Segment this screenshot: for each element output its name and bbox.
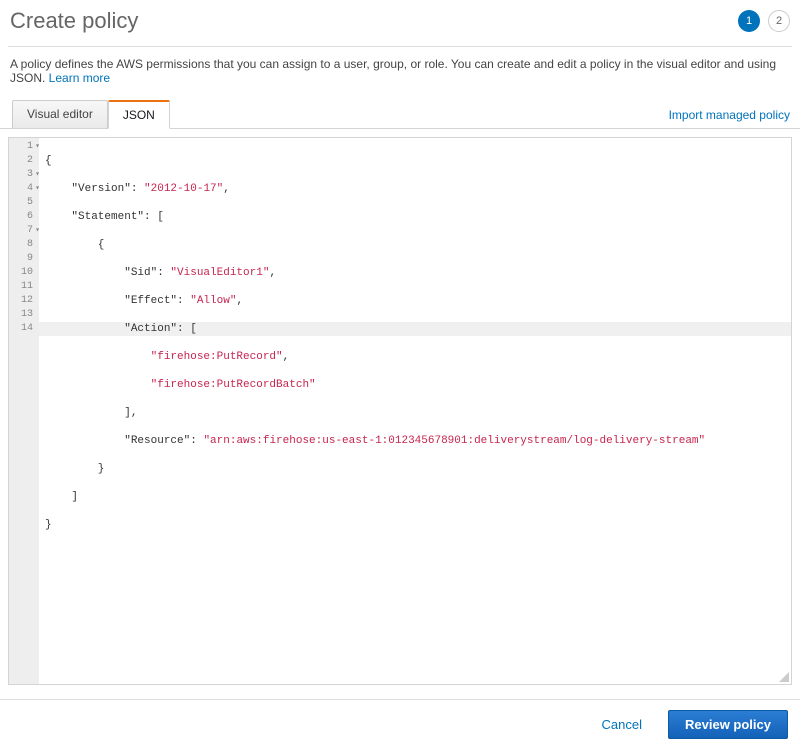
line-number: 10 bbox=[9, 266, 39, 280]
line-number: 6 bbox=[9, 210, 39, 224]
code-token: "firehose:PutRecord" bbox=[45, 351, 283, 363]
editor-resize-handle[interactable] bbox=[777, 670, 789, 682]
code-content[interactable]: { "Version": "2012-10-17", "Statement": … bbox=[39, 138, 791, 562]
code-token: "VisualEditor1" bbox=[170, 267, 269, 279]
code-token: { bbox=[45, 239, 104, 251]
description-text: A policy defines the AWS permissions tha… bbox=[10, 57, 776, 85]
page-title: Create policy bbox=[10, 8, 138, 34]
tab-visual-editor[interactable]: Visual editor bbox=[12, 100, 108, 129]
code-token: "Statement" bbox=[45, 211, 144, 223]
learn-more-link[interactable]: Learn more bbox=[49, 71, 110, 85]
editor-gutter: 1 2 3 4 5 6 7 8 9 10 11 12 13 14 bbox=[9, 138, 39, 684]
code-token: "arn:aws:firehose:us-east-1:012345678901… bbox=[203, 435, 705, 447]
line-number: 3 bbox=[9, 168, 39, 182]
code-token: } bbox=[45, 463, 104, 475]
step-indicators: 1 2 bbox=[738, 10, 790, 32]
json-editor[interactable]: 1 2 3 4 5 6 7 8 9 10 11 12 13 14 { "Vers… bbox=[8, 137, 792, 685]
code-token: "Resource" bbox=[45, 435, 190, 447]
line-number: 4 bbox=[9, 182, 39, 196]
code-token: "Effect" bbox=[45, 295, 177, 307]
line-number: 1 bbox=[9, 140, 39, 154]
line-number: 13 bbox=[9, 308, 39, 322]
code-token: { bbox=[45, 155, 52, 167]
code-token: [ bbox=[190, 323, 197, 335]
code-token: ], bbox=[45, 407, 137, 419]
code-token: "2012-10-17" bbox=[144, 183, 223, 195]
code-token: "Allow" bbox=[190, 295, 236, 307]
code-token: "Version" bbox=[45, 183, 131, 195]
tab-json[interactable]: JSON bbox=[108, 100, 170, 129]
review-policy-button[interactable]: Review policy bbox=[668, 710, 788, 739]
code-token: } bbox=[45, 519, 52, 531]
line-number: 11 bbox=[9, 280, 39, 294]
code-token: "firehose:PutRecordBatch" bbox=[45, 379, 316, 391]
line-number: 8 bbox=[9, 238, 39, 252]
line-number: 7 bbox=[9, 224, 39, 238]
line-number: 2 bbox=[9, 154, 39, 168]
import-managed-policy-link[interactable]: Import managed policy bbox=[669, 108, 792, 128]
code-token: [ bbox=[157, 211, 164, 223]
footer-bar: Cancel Review policy bbox=[0, 699, 800, 749]
line-number: 14 bbox=[9, 322, 39, 336]
code-token: ] bbox=[45, 491, 78, 503]
policy-description: A policy defines the AWS permissions tha… bbox=[0, 47, 800, 99]
editor-tabs: Visual editor JSON bbox=[12, 99, 170, 128]
line-number: 9 bbox=[9, 252, 39, 266]
line-number: 5 bbox=[9, 196, 39, 210]
line-number: 12 bbox=[9, 294, 39, 308]
code-token: "Sid" bbox=[45, 267, 157, 279]
code-token: "Action" bbox=[45, 323, 177, 335]
cancel-button[interactable]: Cancel bbox=[586, 711, 658, 738]
step-1: 1 bbox=[738, 10, 760, 32]
step-2[interactable]: 2 bbox=[768, 10, 790, 32]
